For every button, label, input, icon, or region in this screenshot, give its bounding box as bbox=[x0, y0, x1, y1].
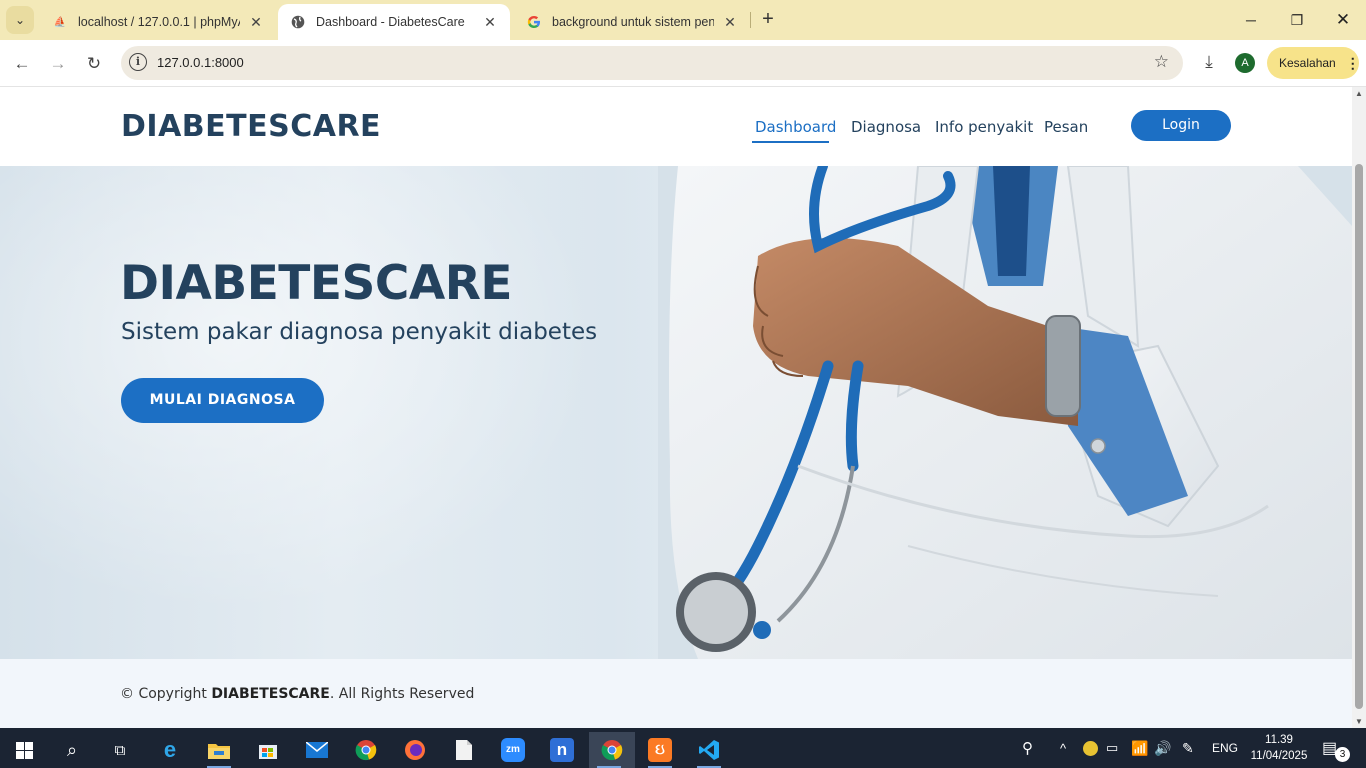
hero-section: DIABETESCARE Sistem pakar diagnosa penya… bbox=[0, 166, 1352, 659]
forward-button[interactable]: → bbox=[44, 50, 72, 78]
web-page: DIABETESCARE Dashboard Diagnosa Info pen… bbox=[0, 87, 1352, 728]
language-indicator[interactable]: ENG bbox=[1212, 728, 1238, 768]
new-tab-button[interactable]: + bbox=[756, 8, 780, 32]
task-view-icon[interactable]: ⧉ bbox=[100, 732, 140, 768]
volume-icon[interactable]: 🔊 bbox=[1154, 728, 1171, 768]
scroll-up-icon[interactable]: ▲ bbox=[1355, 89, 1363, 98]
chrome-active-icon[interactable] bbox=[589, 732, 635, 768]
windows-start-icon[interactable] bbox=[4, 732, 44, 768]
copyright-suffix: . All Rights Reserved bbox=[329, 686, 475, 702]
site-info-icon[interactable]: i bbox=[129, 53, 147, 71]
xampp-icon[interactable]: ઇ bbox=[640, 732, 680, 768]
nav-pesan[interactable]: Pesan bbox=[1044, 118, 1088, 136]
nav-info-penyakit[interactable]: Info penyakit bbox=[935, 118, 1033, 136]
pen-icon[interactable]: ✎ bbox=[1182, 728, 1194, 768]
download-icon[interactable]: ⤓ bbox=[1198, 52, 1220, 74]
arrow-right-icon: → bbox=[49, 54, 67, 73]
hero-subtitle: Sistem pakar diagnosa penyakit diabetes bbox=[121, 319, 598, 345]
file-explorer-icon[interactable] bbox=[199, 732, 239, 768]
notepad-icon[interactable] bbox=[444, 732, 484, 768]
edge-icon[interactable]: e bbox=[150, 732, 190, 768]
arrow-left-icon: ← bbox=[13, 54, 31, 73]
search-icon[interactable]: ⌕ bbox=[52, 732, 92, 768]
clock-date: 11/04/2025 bbox=[1250, 750, 1308, 762]
tab-dashboard[interactable]: Dashboard - DiabetesCare ✕ bbox=[278, 4, 510, 40]
notification-center-icon[interactable]: ▤ 3 bbox=[1322, 738, 1350, 762]
site-header: DIABETESCARE Dashboard Diagnosa Info pen… bbox=[0, 87, 1352, 166]
hero-title: DIABETESCARE bbox=[120, 256, 513, 311]
tab-divider bbox=[750, 12, 751, 28]
error-label: Kesalahan bbox=[1279, 56, 1336, 70]
clock-time: 11.39 bbox=[1265, 734, 1293, 746]
chrome-icon[interactable] bbox=[346, 732, 386, 768]
hero-background bbox=[0, 166, 660, 659]
doctor-illustration bbox=[658, 166, 1352, 659]
tab-title: localhost / 127.0.0.1 | phpMyAd bbox=[78, 15, 240, 29]
copyright-brand: DIABETESCARE bbox=[211, 686, 330, 702]
more-menu-icon: ⋮ bbox=[1345, 54, 1360, 71]
tab-google-search[interactable]: background untuk sistem peny ✕ bbox=[514, 4, 750, 40]
page-scrollbar[interactable]: ▲ ▼ bbox=[1352, 87, 1366, 728]
notification-count: 3 bbox=[1335, 747, 1350, 762]
nav-diagnosa[interactable]: Diagnosa bbox=[851, 118, 921, 136]
tab-strip: ⌄ ⛵ localhost / 127.0.0.1 | phpMyAd ✕ Da… bbox=[0, 0, 1366, 40]
profile-avatar[interactable]: A bbox=[1235, 53, 1255, 73]
copyright-text: © Copyright DIABETESCARE. All Rights Res… bbox=[120, 686, 474, 702]
restore-button[interactable]: ❐ bbox=[1274, 0, 1320, 40]
clock[interactable]: 11.39 11/04/2025 bbox=[1248, 732, 1310, 764]
microsoft-store-icon[interactable] bbox=[248, 732, 288, 768]
globe-icon bbox=[290, 14, 306, 30]
wifi-icon[interactable]: 📶 bbox=[1131, 728, 1148, 768]
login-button[interactable]: Login bbox=[1131, 110, 1231, 141]
error-button[interactable]: Kesalahan ⋮ bbox=[1267, 47, 1360, 79]
close-icon[interactable]: ✕ bbox=[248, 14, 264, 31]
close-window-button[interactable]: ✕ bbox=[1320, 0, 1366, 40]
chevron-down-icon: ⌄ bbox=[14, 13, 26, 27]
vscode-icon[interactable] bbox=[689, 732, 729, 768]
chevron-up-icon[interactable]: ^ bbox=[1060, 728, 1066, 768]
tab-search-button[interactable]: ⌄ bbox=[6, 6, 34, 34]
people-icon[interactable]: ⚲ bbox=[1022, 728, 1033, 768]
minimize-button[interactable]: ─ bbox=[1228, 0, 1274, 40]
zoom-icon[interactable]: zm bbox=[493, 732, 533, 768]
nav-dashboard[interactable]: Dashboard bbox=[755, 118, 836, 136]
windows-taskbar: ⌕ ⧉ e zm n ઇ ⚲ ^ ▭ 📶 🔊 ✎ ENG 11.39 11/04… bbox=[0, 728, 1366, 768]
active-nav-indicator bbox=[752, 141, 829, 143]
bookmark-star-icon[interactable]: ☆ bbox=[1154, 52, 1169, 72]
tab-title: Dashboard - DiabetesCare bbox=[316, 15, 465, 29]
site-logo[interactable]: DIABETESCARE bbox=[121, 109, 381, 144]
tab-phpmyadmin[interactable]: ⛵ localhost / 127.0.0.1 | phpMyAd ✕ bbox=[40, 4, 276, 40]
phpmyadmin-icon: ⛵ bbox=[53, 16, 67, 28]
tab-title: background untuk sistem peny bbox=[552, 15, 714, 29]
start-diagnosis-button[interactable]: MULAI DIAGNOSA bbox=[121, 378, 324, 423]
firefox-icon[interactable] bbox=[395, 732, 435, 768]
battery-icon[interactable]: ▭ bbox=[1106, 728, 1118, 768]
antivirus-icon[interactable] bbox=[1083, 728, 1098, 768]
close-icon[interactable]: ✕ bbox=[722, 14, 738, 31]
copyright-prefix: © Copyright bbox=[120, 686, 207, 702]
back-button[interactable]: ← bbox=[8, 50, 36, 78]
scroll-down-icon[interactable]: ▼ bbox=[1355, 717, 1363, 726]
close-icon[interactable]: ✕ bbox=[482, 14, 498, 31]
address-bar[interactable]: i 127.0.0.1:8000 ☆ bbox=[121, 46, 1183, 80]
reload-button[interactable]: ↻ bbox=[80, 50, 108, 78]
site-footer: © Copyright DIABETESCARE. All Rights Res… bbox=[0, 659, 1352, 728]
google-icon bbox=[526, 14, 542, 30]
app-n-icon[interactable]: n bbox=[542, 732, 582, 768]
scroll-thumb[interactable] bbox=[1355, 164, 1363, 709]
reload-icon: ↻ bbox=[86, 54, 102, 73]
browser-toolbar: ← → ↻ i 127.0.0.1:8000 ☆ ⤓ A Kesalahan ⋮ bbox=[0, 40, 1366, 87]
url-text[interactable]: 127.0.0.1:8000 bbox=[157, 55, 244, 70]
mail-icon[interactable] bbox=[297, 732, 337, 768]
